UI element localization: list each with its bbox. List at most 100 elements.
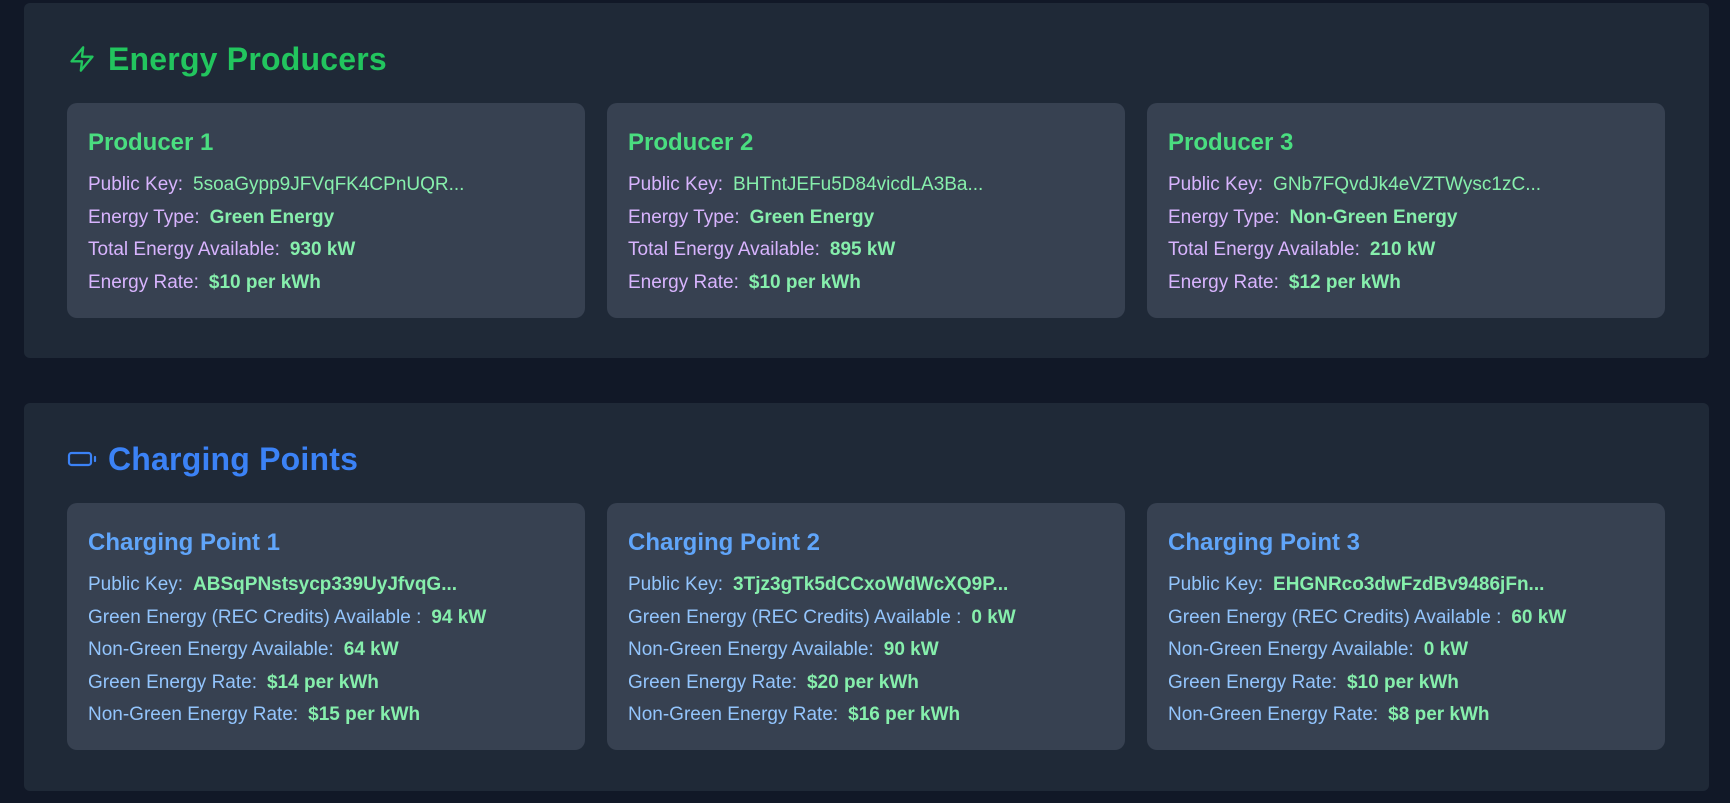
energy-producers-section: Energy Producers Producer 1 Public Key: 5… <box>24 3 1709 358</box>
non-green-rate-value: $15 per kWh <box>308 704 421 725</box>
energy-type-label: Energy Type: <box>88 206 200 228</box>
producer-card-title: Producer 1 <box>88 129 214 156</box>
green-rate-row: Green Energy Rate: $10 per kWh <box>1168 667 1644 700</box>
energy-rate-label: Energy Rate: <box>88 271 199 293</box>
charging-point-card-title: Charging Point 1 <box>88 529 280 556</box>
green-available-label: Green Energy (REC Credits) Available : <box>628 606 962 628</box>
non-green-rate-row: Non-Green Energy Rate: $8 per kWh <box>1168 699 1644 732</box>
energy-rate-row: Energy Rate: $12 per kWh <box>1168 267 1644 300</box>
green-rate-row: Green Energy Rate: $14 per kWh <box>88 667 564 700</box>
green-available-value: 60 kW <box>1511 606 1567 628</box>
energy-rate-value: $10 per kWh <box>208 271 321 293</box>
charging-points-title: Charging Points <box>108 440 359 477</box>
battery-icon <box>67 444 97 474</box>
charging-points-section: Charging Points Charging Point 1 Public … <box>24 403 1709 791</box>
total-energy-value: 930 kW <box>289 239 356 260</box>
green-rate-value: $20 per kWh <box>806 671 919 693</box>
energy-type-value: Green Energy <box>749 206 875 228</box>
non-green-rate-value: $8 per kWh <box>1388 704 1490 725</box>
charging-point-card[interactable]: Charging Point 3 Public Key: EHGNRco3dwFz… <box>1147 503 1665 750</box>
energy-rate-value: $12 per kWh <box>1288 271 1401 293</box>
producer-card-title: Producer 3 <box>1168 129 1294 156</box>
charging-point-card-title: Charging Point 2 <box>628 529 820 556</box>
non-green-available-row: Non-Green Energy Available: 0 kW <box>1168 634 1644 667</box>
charging-point-cards: Charging Point 1 Public Key: ABSqPNstsycp… <box>67 503 1666 750</box>
green-rate-label: Green Energy Rate: <box>88 671 257 693</box>
lightning-bolt-icon <box>67 44 97 74</box>
public-key-row: Public Key: GNb7FQvdJk4eVZTWysc1zC... <box>1168 169 1644 202</box>
energy-rate-value: $10 per kWh <box>748 271 861 293</box>
non-green-rate-row: Non-Green Energy Rate: $15 per kWh <box>88 699 564 732</box>
energy-type-value: Green Energy <box>209 206 335 228</box>
non-green-available-value: 64 kW <box>343 639 399 660</box>
charging-point-card[interactable]: Charging Point 1 Public Key: ABSqPNstsycp… <box>67 503 585 750</box>
green-available-row: Green Energy (REC Credits) Available : 0 … <box>628 602 1104 635</box>
green-rate-value: $14 per kWh <box>266 671 379 693</box>
energy-producers-header: Energy Producers <box>67 39 1666 79</box>
green-rate-row: Green Energy Rate: $20 per kWh <box>628 667 1104 700</box>
public-key-value: 5soaGypp9JFVqFK4CPnUQR... <box>193 174 465 195</box>
green-available-label: Green Energy (REC Credits) Available : <box>1168 606 1502 628</box>
public-key-label: Public Key: <box>88 574 184 595</box>
charging-point-card[interactable]: Charging Point 2 Public Key: 3Tjz3gTk5dCC… <box>607 503 1125 750</box>
producer-cards: Producer 1 Public Key: 5soaGypp9JFVqFK4CP… <box>67 103 1666 318</box>
non-green-available-value: 90 kW <box>883 639 939 660</box>
public-key-row: Public Key: 5soaGypp9JFVqFK4CPnUQR... <box>88 169 564 202</box>
non-green-available-row: Non-Green Energy Available: 90 kW <box>628 634 1104 667</box>
public-key-value: 3Tjz3gTk5dCCxoWdWcXQ9P... <box>733 574 1009 595</box>
green-rate-value: $10 per kWh <box>1346 671 1459 693</box>
charging-point-card-title: Charging Point 3 <box>1168 529 1360 556</box>
non-green-available-label: Non-Green Energy Available: <box>1168 639 1414 660</box>
energy-type-value: Non-Green Energy <box>1289 206 1458 228</box>
total-energy-value: 895 kW <box>829 239 896 260</box>
public-key-row: Public Key: BHTntJEFu5D84vicdLA3Ba... <box>628 169 1104 202</box>
non-green-rate-label: Non-Green Energy Rate: <box>88 704 299 725</box>
non-green-available-label: Non-Green Energy Available: <box>88 639 334 660</box>
public-key-row: Public Key: EHGNRco3dwFzdBv9486jFn... <box>1168 569 1644 602</box>
public-key-value: GNb7FQvdJk4eVZTWysc1zC... <box>1273 174 1542 195</box>
public-key-value: BHTntJEFu5D84vicdLA3Ba... <box>733 174 984 195</box>
energy-rate-label: Energy Rate: <box>628 271 739 293</box>
energy-producers-title: Energy Producers <box>108 40 387 77</box>
public-key-value: ABSqPNstsycp339UyJfvqG... <box>193 574 458 595</box>
green-available-label: Green Energy (REC Credits) Available : <box>88 606 422 628</box>
total-energy-row: Total Energy Available: 895 kW <box>628 234 1104 267</box>
public-key-row: Public Key: ABSqPNstsycp339UyJfvqG... <box>88 569 564 602</box>
non-green-available-value: 0 kW <box>1423 639 1469 660</box>
total-energy-row: Total Energy Available: 930 kW <box>88 234 564 267</box>
public-key-value: EHGNRco3dwFzdBv9486jFn... <box>1273 574 1545 595</box>
energy-rate-row: Energy Rate: $10 per kWh <box>88 267 564 300</box>
energy-type-row: Energy Type: Green Energy <box>628 202 1104 235</box>
producer-card[interactable]: Producer 3 Public Key: GNb7FQvdJk4eVZTWys… <box>1147 103 1665 318</box>
total-energy-row: Total Energy Available: 210 kW <box>1168 234 1644 267</box>
energy-type-label: Energy Type: <box>628 206 740 228</box>
public-key-row: Public Key: 3Tjz3gTk5dCCxoWdWcXQ9P... <box>628 569 1104 602</box>
public-key-label: Public Key: <box>628 574 724 595</box>
non-green-rate-label: Non-Green Energy Rate: <box>628 704 839 725</box>
non-green-rate-label: Non-Green Energy Rate: <box>1168 704 1379 725</box>
non-green-rate-row: Non-Green Energy Rate: $16 per kWh <box>628 699 1104 732</box>
green-available-row: Green Energy (REC Credits) Available : 60… <box>1168 602 1644 635</box>
producer-card[interactable]: Producer 1 Public Key: 5soaGypp9JFVqFK4CP… <box>67 103 585 318</box>
total-energy-label: Total Energy Available: <box>88 239 280 260</box>
public-key-label: Public Key: <box>628 174 724 195</box>
non-green-rate-value: $16 per kWh <box>848 704 961 725</box>
public-key-label: Public Key: <box>1168 174 1264 195</box>
green-available-value: 94 kW <box>431 606 487 628</box>
total-energy-label: Total Energy Available: <box>1168 239 1360 260</box>
energy-type-row: Energy Type: Green Energy <box>88 202 564 235</box>
energy-type-row: Energy Type: Non-Green Energy <box>1168 202 1644 235</box>
total-energy-label: Total Energy Available: <box>628 239 820 260</box>
energy-type-label: Energy Type: <box>1168 206 1280 228</box>
non-green-available-label: Non-Green Energy Available: <box>628 639 874 660</box>
green-available-row: Green Energy (REC Credits) Available : 94… <box>88 602 564 635</box>
energy-rate-label: Energy Rate: <box>1168 271 1279 293</box>
non-green-available-row: Non-Green Energy Available: 64 kW <box>88 634 564 667</box>
public-key-label: Public Key: <box>1168 574 1264 595</box>
green-available-value: 0 kW <box>971 606 1016 628</box>
charging-points-header: Charging Points <box>67 439 1666 479</box>
total-energy-value: 210 kW <box>1369 239 1436 260</box>
producer-card[interactable]: Producer 2 Public Key: BHTntJEFu5D84vicdL… <box>607 103 1125 318</box>
producer-card-title: Producer 2 <box>628 129 754 156</box>
green-rate-label: Green Energy Rate: <box>1168 671 1337 693</box>
